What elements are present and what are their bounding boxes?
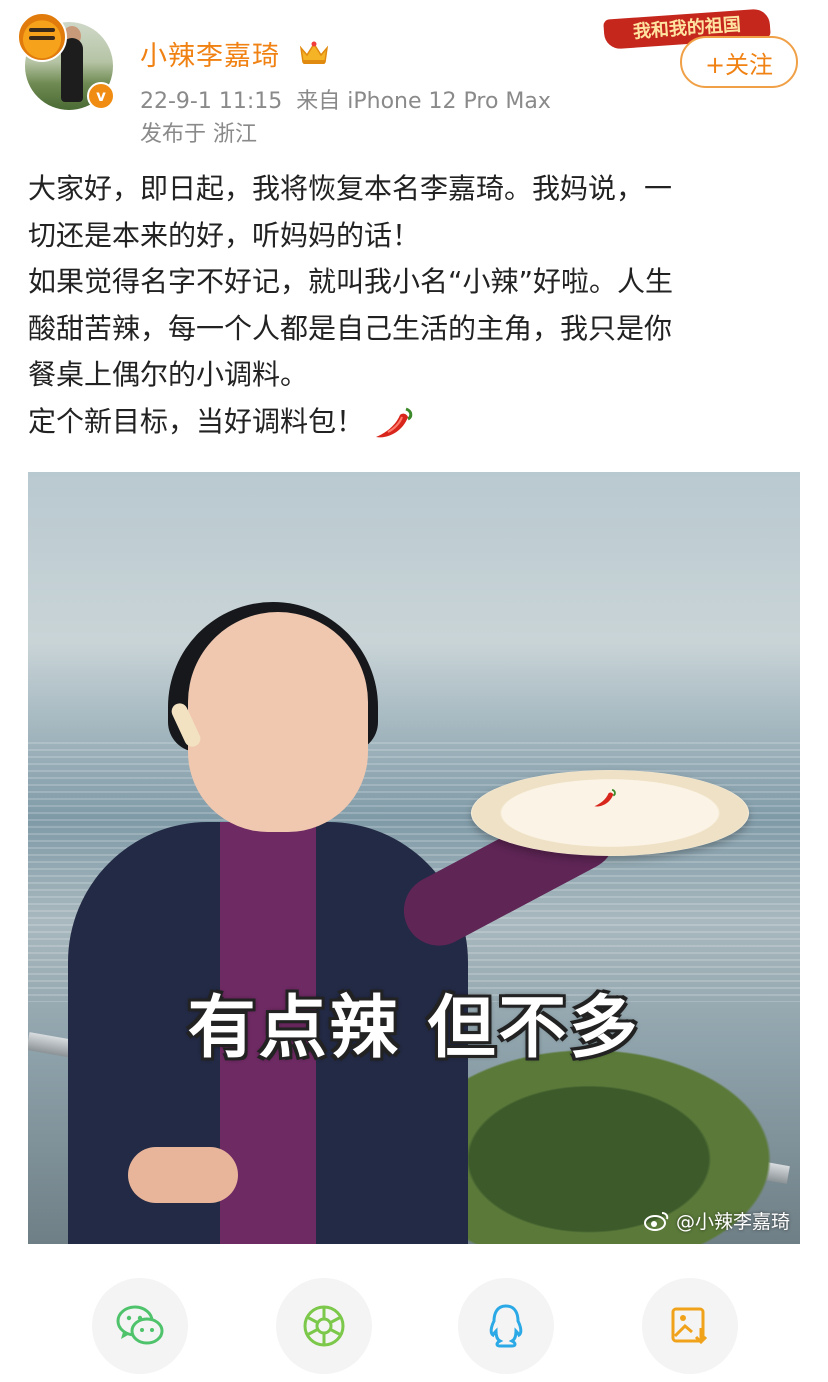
post-image[interactable]: 有点辣 但不多 @小辣李嘉琦 (28, 472, 800, 1244)
share-qq-button[interactable] (458, 1278, 554, 1374)
post-line-last: 定个新目标，当好调料包！ (28, 399, 800, 446)
post-meta: 22-9-1 11:15 来自 iPhone 12 Pro Max (140, 83, 551, 115)
avatar[interactable]: v (17, 12, 115, 110)
image-caption: 有点辣 但不多 (187, 989, 641, 1068)
post-line: 餐桌上偶尔的小调料。 (28, 358, 309, 391)
post-time: 22-9-1 11:15 (140, 89, 283, 114)
post-location: 发布于 浙江 (140, 122, 257, 147)
hand-on-hip (128, 1147, 238, 1203)
post-line: 定个新目标，当好调料包！ (28, 404, 365, 438)
post-line: 切还是本来的好，听妈妈的话！ (28, 218, 421, 252)
moments-icon (303, 1305, 345, 1347)
post-line: 如果觉得名字不好记，就叫我小名“小辣”好啦。人生 (28, 265, 674, 298)
author-name[interactable]: 小辣李嘉琦 (140, 34, 280, 73)
tiger-badge-icon (17, 12, 67, 62)
share-wechat-button[interactable] (92, 1278, 188, 1374)
qq-icon (489, 1304, 523, 1348)
chili-pepper-icon (376, 407, 413, 437)
follow-button[interactable]: +关注 (680, 36, 798, 88)
plate (471, 770, 749, 856)
wechat-icon (116, 1305, 164, 1345)
post-source: 来自 iPhone 12 Pro Max (296, 89, 551, 114)
post-text: 大家好，即日起，我将恢复本名李嘉琦。我妈说，一 切还是本来的好，听妈妈的话！ 如… (28, 166, 800, 445)
save-image-button[interactable] (642, 1278, 738, 1374)
post-line: 酸甜苦辣，每一个人都是自己生活的主角，我只是你 (28, 311, 673, 345)
crown-icon (299, 41, 329, 64)
share-moments-button[interactable] (276, 1278, 372, 1374)
save-image-icon (671, 1307, 708, 1345)
chili-pepper-icon (594, 788, 616, 807)
share-bar (0, 1278, 828, 1374)
face (188, 612, 368, 832)
watermark: @小辣李嘉琦 (643, 1207, 790, 1234)
verified-badge-icon: v (87, 82, 115, 110)
watermark-text: @小辣李嘉琦 (675, 1211, 790, 1233)
post-line: 大家好，即日起，我将恢复本名李嘉琦。我妈说，一 (28, 172, 673, 205)
weibo-logo-icon (643, 1211, 669, 1231)
